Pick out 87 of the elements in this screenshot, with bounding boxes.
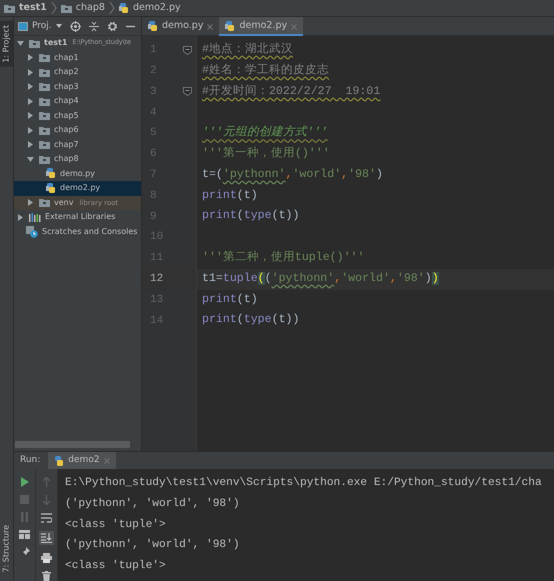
expand-arrow-icon[interactable]: [16, 38, 25, 48]
console-line: ('pythonn', 'world', '98'): [65, 496, 241, 512]
tree-item[interactable]: demo.py: [14, 166, 141, 181]
collapse-icon[interactable]: [88, 20, 99, 32]
code-line: print(t): [201, 188, 259, 204]
code-line: '''第二种，使用tuple()''': [201, 250, 366, 266]
console-line: E:\Python_study\test1\venv\Scripts\python.exe E:/Python_study/test1/cha: [65, 476, 543, 491]
trash-icon[interactable]: [42, 571, 51, 581]
expand-arrow-icon[interactable]: [26, 82, 35, 92]
folder-icon: [39, 140, 50, 150]
scrollbar[interactable]: [15, 441, 130, 448]
chevron-icon: [108, 2, 115, 14]
folder-icon: [39, 53, 50, 62]
code-line: print(type(t)): [201, 208, 300, 224]
scratch-clock-icon: [26, 226, 38, 238]
folder-icon: [39, 82, 50, 92]
run-tab[interactable]: demo2: [48, 452, 116, 470]
folder-icon: [39, 126, 50, 135]
tree-item[interactable]: chap2: [14, 65, 141, 80]
breadcrumb-item[interactable]: test1: [19, 0, 47, 16]
library-icon: [29, 212, 41, 222]
expand-arrow-icon[interactable]: [26, 198, 35, 208]
window-icon: [18, 22, 28, 30]
tree-item[interactable]: chap3: [14, 80, 141, 94]
close-icon[interactable]: [207, 24, 214, 30]
caret-icon: [56, 24, 62, 28]
tree-item[interactable]: demo2.py: [14, 181, 141, 196]
line-number: 12: [150, 272, 164, 287]
expand-arrow-icon[interactable]: [16, 212, 25, 222]
tool-window-tab[interactable]: 1: Project: [0, 21, 13, 67]
python-file-icon: [148, 21, 158, 32]
tree-item[interactable]: chap5: [14, 108, 141, 123]
tree-item[interactable]: External Libraries: [14, 210, 141, 224]
breadcrumb-item[interactable]: chap8: [76, 0, 105, 16]
expand-arrow-icon[interactable]: [26, 96, 35, 106]
console-line: <class 'tuple'>: [65, 558, 167, 574]
python-file-icon: [46, 168, 56, 180]
folder-icon: [60, 4, 72, 12]
editor-tab[interactable]: demo2.py: [219, 17, 304, 36]
tree-item[interactable]: chap7: [14, 138, 141, 152]
folder-icon: [39, 68, 50, 77]
scroll-to-end-button[interactable]: [39, 531, 54, 545]
settings-icon[interactable]: [106, 20, 118, 32]
folder-icon: [39, 198, 50, 208]
print-icon[interactable]: [41, 553, 52, 563]
folder-icon: [29, 38, 40, 48]
expand-arrow-icon[interactable]: [26, 140, 35, 150]
tree-item[interactable]: chap1: [14, 50, 141, 65]
console-line: <class 'tuple'>: [65, 518, 167, 533]
code-line: t=('pythonn','world','98'): [201, 166, 384, 183]
fold-icon[interactable]: [183, 46, 192, 55]
soft-wrap-icon[interactable]: [41, 513, 52, 523]
folder-icon: [39, 111, 50, 120]
expand-arrow-icon[interactable]: [26, 126, 35, 135]
code-line: #开发时间：2022/2/27 19:01: [201, 84, 382, 100]
tree-item[interactable]: chap6: [14, 123, 141, 138]
expand-arrow-icon[interactable]: [26, 68, 35, 77]
folder-icon: [39, 96, 50, 106]
expand-arrow-icon[interactable]: [26, 53, 35, 62]
console-line: ('pythonn', 'world', '98'): [65, 538, 241, 554]
editor-tab[interactable]: demo.py: [142, 17, 220, 36]
run-label: Run:: [19, 454, 42, 467]
expand-arrow-icon[interactable]: [26, 111, 35, 120]
folder-icon: [39, 154, 50, 164]
view-selector[interactable]: Proj.: [18, 22, 62, 30]
tool-window-tab[interactable]: 7: Structure: [0, 521, 13, 577]
play-icon[interactable]: [20, 477, 30, 487]
fold-icon[interactable]: [183, 87, 192, 96]
code-line: #地点：湖北武汉: [201, 42, 294, 58]
python-icon: [54, 456, 64, 466]
code-line: print(t): [201, 292, 259, 308]
tree-item[interactable]: chap4: [14, 94, 141, 108]
code-line: print(type(t)): [201, 312, 300, 328]
folder-icon: [4, 4, 15, 12]
target-icon[interactable]: [70, 20, 81, 32]
code-line: '''元组的创建方式''': [201, 124, 329, 142]
expand-arrow-icon[interactable]: [26, 154, 35, 164]
python-file-icon: [225, 21, 236, 32]
tree-item[interactable]: chap8: [14, 152, 141, 166]
chevron-icon: [50, 2, 57, 14]
code-line: '''第一种，使用()''': [201, 146, 331, 162]
python-file-icon: [118, 2, 129, 14]
tree-item[interactable]: Scratches and Consoles: [14, 224, 141, 239]
layout-icon[interactable]: [19, 530, 30, 539]
breadcrumb-item[interactable]: demo2.py: [132, 0, 181, 16]
code-line: #姓名：学工科的皮皮志: [201, 62, 330, 79]
python-file-icon: [46, 182, 56, 194]
